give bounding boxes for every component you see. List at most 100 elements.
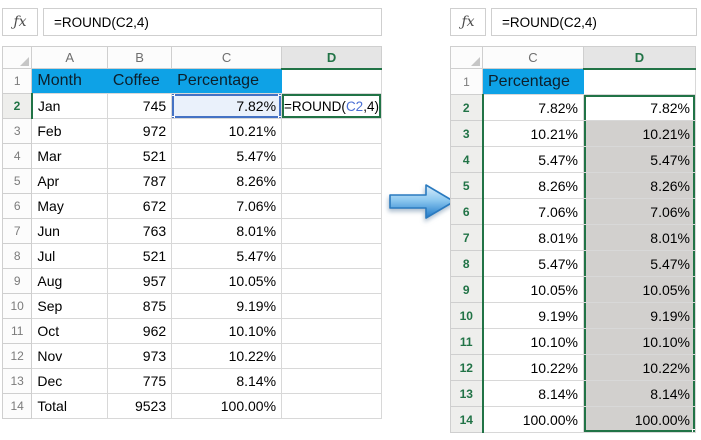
cell-a1-month-header[interactable]: Month [31, 68, 108, 94]
cell-percentage[interactable]: 5.47% [171, 243, 283, 269]
cell-rounded-selected[interactable]: 8.14% [583, 380, 696, 407]
cell-month[interactable]: May [31, 193, 108, 219]
fx-icon[interactable]: ƒx [450, 8, 486, 36]
cell-d-empty[interactable] [281, 218, 382, 244]
column-header-c[interactable]: C [171, 46, 283, 69]
cell-d-empty[interactable] [281, 293, 382, 319]
cell-percentage-total[interactable]: 100.00% [482, 406, 584, 433]
cell-rounded-selected[interactable]: 10.10% [583, 328, 696, 355]
select-all-corner[interactable] [450, 46, 483, 69]
column-header-d-selected[interactable]: D [281, 46, 382, 70]
cell-d-empty[interactable] [281, 143, 382, 169]
cell-percentage[interactable]: 5.47% [482, 250, 584, 277]
row-number[interactable]: 10 [1, 293, 33, 319]
row-number[interactable]: 12 [1, 343, 33, 369]
row-number-1[interactable]: 1 [450, 68, 483, 95]
cell-coffee[interactable]: 763 [106, 218, 173, 244]
cell-c1-percentage-header[interactable]: Percentage [482, 68, 584, 95]
column-header-c[interactable]: C [482, 46, 584, 69]
row-number[interactable]: 8 [1, 243, 33, 269]
cell-month[interactable]: Aug [31, 268, 108, 294]
cell-percentage[interactable]: 8.14% [171, 368, 283, 394]
cell-coffee[interactable]: 875 [106, 293, 173, 319]
cell-percentage[interactable]: 10.10% [171, 318, 283, 344]
cell-d-empty[interactable] [281, 243, 382, 269]
row-number-selected[interactable]: 14 [450, 406, 484, 433]
select-all-corner[interactable] [1, 46, 33, 69]
column-header-a[interactable]: A [31, 46, 108, 69]
cell-percentage[interactable]: 10.22% [482, 354, 584, 381]
cell-percentage[interactable]: 7.06% [171, 193, 283, 219]
cell-percentage[interactable]: 8.14% [482, 380, 584, 407]
cell-month[interactable]: Nov [31, 343, 108, 369]
cell-d1-empty[interactable] [281, 68, 382, 94]
cell-month[interactable]: Feb [31, 118, 108, 144]
cell-month[interactable]: Jul [31, 243, 108, 269]
cell-coffee[interactable]: 521 [106, 243, 173, 269]
row-number-selected[interactable]: 11 [450, 328, 484, 355]
cell-percentage[interactable]: 9.19% [171, 293, 283, 319]
cell-coffee[interactable]: 973 [106, 343, 173, 369]
cell-percentage[interactable]: 8.26% [482, 172, 584, 199]
row-number[interactable]: 9 [1, 268, 33, 294]
row-number-selected[interactable]: 9 [450, 276, 484, 303]
row-number-selected[interactable]: 8 [450, 250, 484, 277]
row-number[interactable]: 14 [1, 393, 33, 419]
row-number[interactable]: 7 [1, 218, 33, 244]
cell-percentage[interactable]: 9.19% [482, 302, 584, 329]
fill-handle[interactable] [692, 429, 695, 432]
cell-rounded-selected[interactable]: 5.47% [583, 250, 696, 277]
row-number-selected[interactable]: 6 [450, 198, 484, 225]
cell-rounded-selected[interactable]: 10.05% [583, 276, 696, 303]
cell-d-empty[interactable] [281, 193, 382, 219]
row-number-selected[interactable]: 7 [450, 224, 484, 251]
row-number-selected[interactable]: 4 [450, 146, 484, 173]
row-number[interactable]: 3 [1, 118, 33, 144]
cell-d2-formula-editing[interactable]: =ROUND(C2,4) [281, 93, 382, 119]
cell-coffee[interactable]: 787 [106, 168, 173, 194]
cell-d-empty[interactable] [281, 168, 382, 194]
cell-coffee-total[interactable]: 9523 [106, 393, 173, 419]
row-number-selected[interactable]: 13 [450, 380, 484, 407]
row-number[interactable]: 5 [1, 168, 33, 194]
cell-percentage[interactable]: 5.47% [171, 143, 283, 169]
formula-input[interactable]: =ROUND(C2,4) [491, 8, 697, 36]
row-number[interactable]: 13 [1, 368, 33, 394]
cell-coffee[interactable]: 962 [106, 318, 173, 344]
cell-rounded-selected[interactable]: 10.21% [583, 120, 696, 147]
cell-d1-empty[interactable] [583, 68, 696, 95]
cell-month[interactable]: Dec [31, 368, 108, 394]
row-number-selected[interactable]: 5 [450, 172, 484, 199]
cell-month[interactable]: Jan [31, 93, 108, 119]
cell-c1-percentage-header[interactable]: Percentage [171, 68, 283, 94]
row-number[interactable]: 4 [1, 143, 33, 169]
cell-month[interactable]: Oct [31, 318, 108, 344]
row-number-selected[interactable]: 10 [450, 302, 484, 329]
cell-d-empty[interactable] [281, 318, 382, 344]
cell-month[interactable]: Jun [31, 218, 108, 244]
cell-month[interactable]: Apr [31, 168, 108, 194]
cell-rounded-selected[interactable]: 10.22% [583, 354, 696, 381]
cell-coffee[interactable]: 521 [106, 143, 173, 169]
cell-percentage[interactable]: 8.26% [171, 168, 283, 194]
cell-percentage-total[interactable]: 100.00% [171, 393, 283, 419]
row-number-selected[interactable]: 2 [450, 94, 484, 121]
cell-rounded-selected[interactable]: 8.26% [583, 172, 696, 199]
cell-month[interactable]: Sep [31, 293, 108, 319]
row-number[interactable]: 11 [1, 318, 33, 344]
cell-rounded-selected[interactable]: 9.19% [583, 302, 696, 329]
cell-b1-coffee-header[interactable]: Coffee [106, 68, 173, 94]
column-header-b[interactable]: B [106, 46, 173, 69]
cell-month-total[interactable]: Total [31, 393, 108, 419]
formula-input[interactable]: =ROUND(C2,4) [43, 8, 382, 36]
cell-rounded-selected-last[interactable]: 100.00% [583, 406, 696, 433]
row-number-selected[interactable]: 3 [450, 120, 484, 147]
cell-percentage[interactable]: 7.82% [482, 94, 584, 121]
cell-percentage[interactable]: 10.21% [482, 120, 584, 147]
cell-d-empty[interactable] [281, 393, 382, 419]
cell-coffee[interactable]: 775 [106, 368, 173, 394]
row-number-2-selected[interactable]: 2 [1, 93, 33, 119]
cell-percentage[interactable]: 10.21% [171, 118, 283, 144]
cell-coffee[interactable]: 745 [106, 93, 173, 119]
cell-rounded-selected[interactable]: 8.01% [583, 224, 696, 251]
